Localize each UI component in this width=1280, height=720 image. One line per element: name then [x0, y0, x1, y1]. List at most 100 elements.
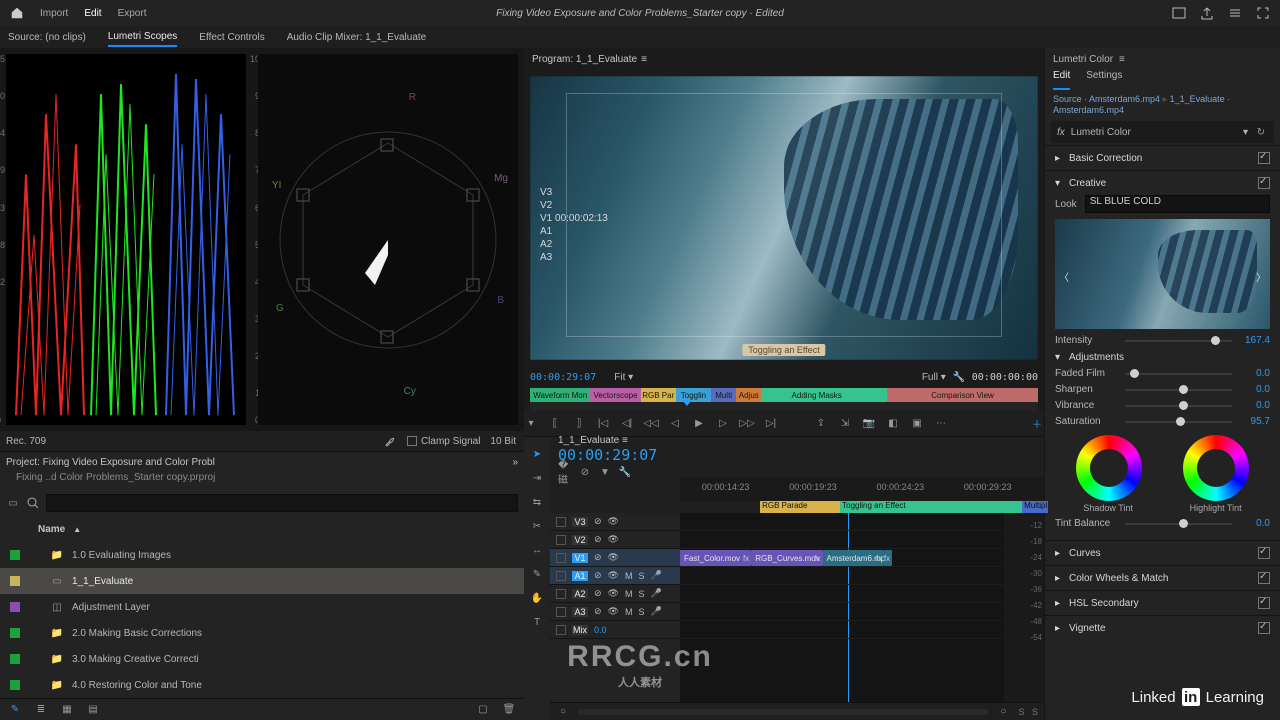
source-tab[interactable]: Source: (no clips)	[8, 29, 86, 46]
layout-icon[interactable]	[1172, 6, 1186, 20]
highlight-tint-wheel[interactable]	[1183, 435, 1249, 501]
link-icon[interactable]: ⊘	[578, 466, 592, 480]
track-lane[interactable]	[680, 585, 1004, 603]
track-lane[interactable]	[680, 621, 1004, 639]
slip-tool-icon[interactable]: ↔	[530, 543, 544, 557]
lumetri-effect-name[interactable]: Lumetri Color	[1071, 127, 1131, 138]
shadow-tint-wheel[interactable]	[1076, 435, 1142, 501]
track-header[interactable]: A2 ⊘👁MS🎤	[550, 585, 680, 603]
wheels-enable-checkbox[interactable]	[1258, 572, 1270, 584]
trash-icon[interactable]: 🗑	[502, 703, 516, 717]
basic-enable-checkbox[interactable]	[1258, 152, 1270, 164]
timeline-timecode[interactable]: 00:00:29:07	[558, 446, 668, 464]
slider-value[interactable]: 0.0	[1238, 368, 1270, 379]
full-dropdown[interactable]: Full ▾	[922, 372, 946, 383]
track-header[interactable]: V2 ⊘👁	[550, 531, 680, 549]
project-item[interactable]: 📁 1.0 Evaluating Images	[0, 542, 524, 568]
program-marker[interactable]: Vectorscope	[590, 388, 640, 402]
section-curves[interactable]: Curves	[1069, 548, 1101, 559]
pen-tool-icon[interactable]: ✎	[530, 567, 544, 581]
panel-menu-icon[interactable]	[1228, 6, 1242, 20]
sequence-name[interactable]: 1_1_Evaluate	[558, 435, 619, 446]
curves-enable-checkbox[interactable]	[1258, 547, 1270, 559]
mark-out-icon[interactable]: ⟧	[572, 416, 586, 430]
track-lane[interactable]	[680, 567, 1004, 585]
program-marker[interactable]	[872, 388, 887, 402]
program-marker[interactable]: Comparison View	[887, 388, 1038, 402]
clip[interactable]: RGB_Curves.movfx	[751, 550, 822, 566]
slider-faded-film[interactable]	[1125, 373, 1232, 375]
slider-value[interactable]: 95.7	[1238, 416, 1270, 427]
new-item-icon[interactable]: ✎	[8, 703, 22, 717]
chevron-down-icon[interactable]: ▾	[1055, 178, 1063, 189]
menu-import[interactable]: Import	[40, 8, 68, 19]
marker2-icon[interactable]: ▼	[598, 466, 612, 480]
program-marker[interactable]: Adjus	[736, 388, 761, 402]
program-marker[interactable]: Multi	[711, 388, 736, 402]
clamp-signal-checkbox[interactable]: Clamp Signal	[407, 436, 480, 447]
program-marker[interactable]: Adding Masks	[761, 388, 872, 402]
program-marker[interactable]: RGB Par	[641, 388, 676, 402]
zoom-scrollbar[interactable]	[578, 709, 988, 715]
vignette-enable-checkbox[interactable]	[1258, 622, 1270, 634]
reset-icon[interactable]: ↻	[1254, 125, 1268, 139]
audio-mixer-tab[interactable]: Audio Clip Mixer: 1_1_Evaluate	[287, 29, 427, 46]
track-header[interactable]: A3 ⊘👁MS🎤	[550, 603, 680, 621]
timeline-marker[interactable]: Multipl	[1022, 501, 1047, 513]
program-monitor[interactable]: V3 V2 V1 00:00:02:13 A1 A2 A3 Toggling a…	[530, 76, 1038, 360]
export-frame-icon[interactable]: 📷	[862, 416, 876, 430]
track-header[interactable]: Mix 0.0	[550, 621, 680, 639]
intensity-value[interactable]: 167.4	[1238, 335, 1270, 346]
slider-vibrance[interactable]	[1125, 405, 1232, 407]
settings-icon[interactable]: ⋯	[934, 416, 948, 430]
program-playhead[interactable]	[682, 400, 692, 406]
look-dropdown[interactable]: SL BLUE COLD	[1085, 195, 1270, 213]
next-look-icon[interactable]: 〉	[1254, 270, 1268, 284]
ripple-tool-icon[interactable]: ⇆	[530, 495, 544, 509]
section-creative[interactable]: Creative	[1069, 178, 1106, 189]
project-item[interactable]: 📁 4.0 Restoring Color and Tone	[0, 672, 524, 698]
project-item[interactable]: ▭ 1_1_Evaluate	[0, 568, 524, 594]
project-item[interactable]: 📁 2.0 Making Basic Corrections	[0, 620, 524, 646]
tint-balance-value[interactable]: 0.0	[1238, 518, 1270, 529]
track-lane[interactable]	[680, 603, 1004, 621]
selection-tool-icon[interactable]: ➤	[530, 447, 544, 461]
home-icon[interactable]	[10, 6, 24, 20]
lumetri-tab-settings[interactable]: Settings	[1086, 70, 1122, 90]
go-in-icon[interactable]: |◁	[596, 416, 610, 430]
bit-depth[interactable]: 10 Bit	[490, 436, 516, 447]
tint-balance-slider[interactable]	[1125, 523, 1232, 525]
chevron-right-icon[interactable]: ▸	[1055, 153, 1063, 164]
track-select-tool-icon[interactable]: ⇥	[530, 471, 544, 485]
timeline-marker[interactable]: Toggling an Effect	[840, 501, 1022, 513]
zoom-in-icon[interactable]: ○	[996, 705, 1010, 719]
goto-next-icon[interactable]: ▷▷	[740, 416, 754, 430]
zoom-out-icon[interactable]: ○	[556, 705, 570, 719]
frame-back-icon[interactable]: ◁	[668, 416, 682, 430]
timeline-marker[interactable]: RGB Parade	[760, 501, 840, 513]
new-bin-icon[interactable]: ▢	[476, 703, 490, 717]
section-vignette[interactable]: Vignette	[1069, 623, 1106, 634]
project-search-input[interactable]	[46, 494, 518, 512]
compare-icon[interactable]: ◧	[886, 416, 900, 430]
clip[interactable]: Fast_Color.movfx	[680, 550, 751, 566]
program-marker[interactable]: Togglin	[676, 388, 711, 402]
search-icon[interactable]	[26, 496, 40, 510]
fx-badge-icon[interactable]: fx	[1057, 127, 1065, 138]
fullscreen-icon[interactable]	[1256, 6, 1270, 20]
intensity-slider[interactable]	[1125, 340, 1232, 342]
share-icon[interactable]	[1200, 6, 1214, 20]
safe-margin-icon[interactable]: ▣	[910, 416, 924, 430]
lift-icon[interactable]: ⇪	[814, 416, 828, 430]
button-editor-icon[interactable]: ＋	[1030, 416, 1044, 430]
razor-tool-icon[interactable]: ✂	[530, 519, 544, 533]
project-item[interactable]: ◫ Adjustment Layer	[0, 594, 524, 620]
goto-prev-icon[interactable]: ◁◁	[644, 416, 658, 430]
hand-tool-icon[interactable]: ✋	[530, 591, 544, 605]
in-timecode[interactable]: 00:00:29:07	[530, 372, 596, 383]
play-icon[interactable]: ▶	[692, 416, 706, 430]
type-tool-icon[interactable]: T	[530, 615, 544, 629]
program-marker[interactable]: Waveform Mon	[530, 388, 590, 402]
clip[interactable]: fx	[884, 550, 892, 566]
name-column[interactable]: Name	[38, 524, 65, 535]
